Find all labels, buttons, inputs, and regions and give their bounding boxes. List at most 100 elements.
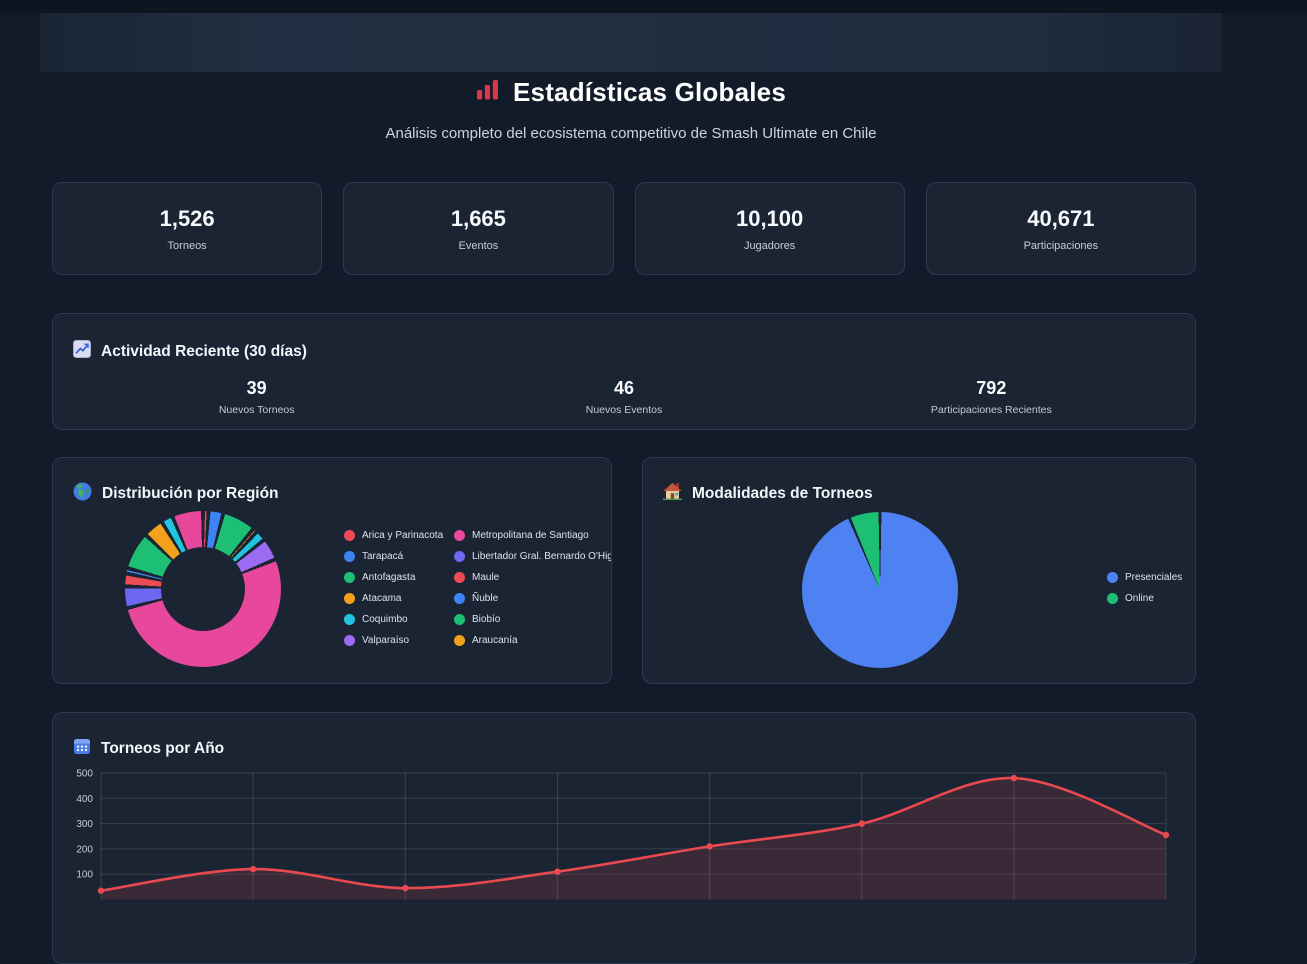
legend-item[interactable]: Coquimbo — [344, 613, 454, 626]
stat-card: 10,100 Jugadores — [635, 182, 905, 275]
stat-value: 40,671 — [1027, 206, 1094, 232]
modalities-chart-legend: Presenciales Online — [1107, 571, 1182, 605]
chart-increasing-icon — [73, 340, 91, 363]
data-point — [250, 866, 256, 872]
stat-label: Torneos — [168, 240, 207, 252]
y-axis-tick-label: 200 — [76, 844, 93, 855]
modalities-card-header: Modalidades de Torneos — [663, 482, 1175, 505]
legend-label: Presenciales — [1125, 572, 1182, 583]
top-bar — [0, 0, 1307, 13]
legend-swatch-icon — [454, 530, 465, 541]
legend-item[interactable]: Antofagasta — [344, 571, 454, 584]
stats-row: 1,526Torneos1,665Eventos 10,100 Jugadores 4… — [52, 182, 1196, 275]
legend-label: Arica y Parinacota — [362, 530, 443, 541]
data-point — [1163, 832, 1169, 838]
global-stats-page: { "page": { "title": "Estadísticas Globa… — [0, 0, 1307, 890]
legend-column: Metropolitana de Santiago Libertador Gral… — [454, 529, 612, 647]
legend-item[interactable]: Arica y Parinacota — [344, 529, 454, 542]
legend-item[interactable]: Valparaíso — [344, 634, 454, 647]
activity-stat-value: 46 — [440, 378, 807, 399]
legend-item[interactable]: Maule — [454, 571, 612, 584]
data-point — [1011, 775, 1017, 781]
legend-swatch-icon — [344, 635, 355, 646]
legend-swatch-icon — [344, 572, 355, 583]
data-point — [554, 868, 560, 874]
globe-icon — [73, 482, 92, 506]
legend-item[interactable]: Biobío — [454, 613, 612, 626]
stat-value: 1,665 — [451, 206, 506, 232]
legend-item[interactable]: Metropolitana de Santiago — [454, 529, 612, 542]
stat-card: 1,665Eventos — [343, 182, 613, 275]
torneos-line-chart: 500400300200100 — [61, 761, 1189, 956]
recent-activity-stats: 39 Nuevos Torneos46 Nuevos Eventos792Parti… — [73, 378, 1175, 416]
page-title: Estadísticas Globales — [513, 77, 786, 108]
legend-item[interactable]: Online — [1107, 592, 1182, 605]
legend-item[interactable]: Tarapacá — [344, 550, 454, 563]
legend-item[interactable]: Ñuble — [454, 592, 612, 605]
legend-label: Biobío — [472, 614, 500, 625]
data-point — [706, 843, 712, 849]
region-chart-legend: Arica y Parinacota Tarapacá Antofagasta Ata… — [344, 529, 612, 647]
y-axis-tick-label: 300 — [76, 819, 93, 830]
calendar-icon — [73, 737, 91, 760]
house-icon — [663, 482, 682, 505]
legend-item[interactable]: Libertador Gral. Bernardo O'Higgi — [454, 550, 612, 563]
stat-value: 10,100 — [736, 206, 803, 232]
legend-swatch-icon — [454, 635, 465, 646]
modalities-card: Modalidades de Torneos Presenciales Onlin… — [642, 457, 1196, 684]
recent-activity-card: Actividad Reciente (30 días) 39 Nuevos To… — [52, 313, 1196, 430]
year-card-title: Torneos por Año — [101, 740, 224, 758]
legend-swatch-icon — [1107, 572, 1118, 583]
legend-label: Coquimbo — [362, 614, 408, 625]
line-area-fill — [101, 778, 1166, 899]
legend-swatch-icon — [454, 572, 465, 583]
region-doughnut-chart — [125, 511, 281, 667]
region-distribution-card: Distribución por Región Arica y Parinaco… — [52, 457, 612, 684]
modalities-card-title: Modalidades de Torneos — [692, 485, 873, 503]
legend-swatch-icon — [454, 614, 465, 625]
page-header: Estadísticas Globales — [40, 75, 1222, 109]
legend-label: Atacama — [362, 593, 401, 604]
y-axis-tick-label: 100 — [76, 870, 93, 881]
stat-card: 1,526Torneos — [52, 182, 322, 275]
data-point — [98, 887, 104, 893]
legend-label: Ñuble — [472, 593, 498, 604]
region-card-header: Distribución por Región — [73, 482, 591, 506]
torneos-por-anio-card: Torneos por Año 500400300200100 — [52, 712, 1196, 964]
legend-swatch-icon — [344, 530, 355, 541]
modalities-pie-chart — [802, 512, 958, 668]
recent-activity-title: Actividad Reciente (30 días) — [101, 343, 307, 361]
legend-item[interactable]: Presenciales — [1107, 571, 1182, 584]
header-banner — [40, 13, 1222, 72]
activity-stat-label: Participaciones Recientes — [808, 404, 1175, 416]
data-point — [402, 885, 408, 891]
legend-swatch-icon — [1107, 593, 1118, 604]
legend-label: Libertador Gral. Bernardo O'Higgi — [472, 551, 612, 562]
doughnut-hole — [161, 547, 245, 631]
stat-card: 40,671 Participaciones — [926, 182, 1196, 275]
legend-label: Antofagasta — [362, 572, 415, 583]
legend-item[interactable]: Atacama — [344, 592, 454, 605]
activity-stat: 46 Nuevos Eventos — [440, 378, 807, 416]
data-point — [859, 820, 865, 826]
region-card-title: Distribución por Región — [102, 485, 279, 503]
bar-chart-icon — [476, 79, 499, 105]
activity-stat: 792Participaciones Recientes — [808, 378, 1175, 416]
stat-label: Jugadores — [744, 240, 795, 252]
legend-label: Online — [1125, 593, 1154, 604]
legend-item[interactable]: Araucanía — [454, 634, 612, 647]
activity-stat-label: Nuevos Torneos — [73, 404, 440, 416]
stat-label: Participaciones — [1024, 240, 1099, 252]
y-axis-tick-label: 400 — [76, 794, 93, 805]
legend-column: Arica y Parinacota Tarapacá Antofagasta Ata… — [344, 529, 454, 647]
legend-swatch-icon — [454, 551, 465, 562]
main-content: Estadísticas Globales Análisis completo … — [40, 13, 1222, 890]
legend-swatch-icon — [344, 614, 355, 625]
activity-stat-label: Nuevos Eventos — [440, 404, 807, 416]
legend-swatch-icon — [344, 593, 355, 604]
page-subtitle: Análisis completo del ecosistema competi… — [40, 125, 1222, 143]
legend-label: Araucanía — [472, 635, 518, 646]
activity-stat-value: 39 — [73, 378, 440, 399]
legend-label: Metropolitana de Santiago — [472, 530, 589, 541]
activity-stat: 39 Nuevos Torneos — [73, 378, 440, 416]
